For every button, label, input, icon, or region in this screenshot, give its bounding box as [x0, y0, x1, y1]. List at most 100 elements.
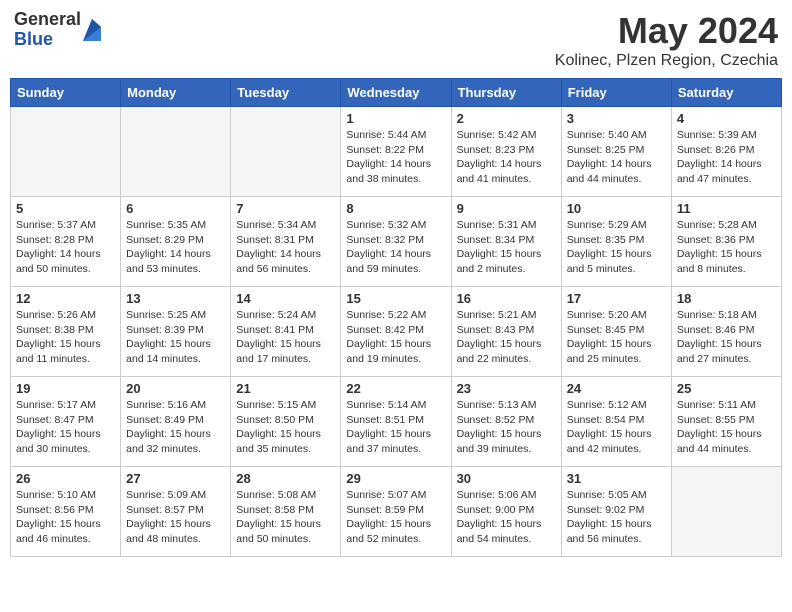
cell-info: Sunrise: 5:24 AMSunset: 8:41 PMDaylight:… [236, 308, 335, 367]
calendar-cell: 27Sunrise: 5:09 AMSunset: 8:57 PMDayligh… [121, 467, 231, 557]
day-header-saturday: Saturday [671, 79, 781, 107]
cell-day-number: 2 [457, 111, 556, 126]
cell-day-number: 23 [457, 381, 556, 396]
cell-info: Sunrise: 5:17 AMSunset: 8:47 PMDaylight:… [16, 398, 115, 457]
calendar-cell: 21 Sunrise: 5:15 AMSunset: 8:50 PMDayligh… [231, 377, 341, 467]
calendar-cell: 15 Sunrise: 5:22 AMSunset: 8:42 PMDayligh… [341, 287, 451, 377]
calendar-cell: 19 Sunrise: 5:17 AMSunset: 8:47 PMDayligh… [11, 377, 121, 467]
cell-day-number: 21 [236, 381, 335, 396]
calendar-header: SundayMondayTuesdayWednesdayThursdayFrid… [11, 79, 782, 107]
cell-day-number: 17 [567, 291, 666, 306]
calendar-cell: 7 Sunrise: 5:34 AMSunset: 8:31 PMDaylight… [231, 197, 341, 287]
cell-day-number: 18 [677, 291, 776, 306]
calendar-cell: 29 Sunrise: 5:07 AMSunset: 8:59 PMDayligh… [341, 467, 451, 557]
cell-day-number: 1 [346, 111, 445, 126]
cell-info: Sunrise: 5:14 AMSunset: 8:51 PMDaylight:… [346, 398, 445, 457]
calendar-cell: 12 Sunrise: 5:26 AMSunset: 8:38 PMDayligh… [11, 287, 121, 377]
cell-info: Sunrise: 5:28 AMSunset: 8:36 PMDaylight:… [677, 218, 776, 277]
day-header-thursday: Thursday [451, 79, 561, 107]
cell-info: Sunrise: 5:16 AMSunset: 8:49 PMDaylight:… [126, 398, 225, 457]
logo-text: General Blue [14, 10, 81, 50]
calendar-cell [671, 467, 781, 557]
logo: General Blue [14, 10, 101, 50]
cell-day-number: 6 [126, 201, 225, 216]
cell-day-number: 7 [236, 201, 335, 216]
calendar-cell: 8 Sunrise: 5:32 AMSunset: 8:32 PMDaylight… [341, 197, 451, 287]
title-block: May 2024 Kolinec, Plzen Region, Czechia [555, 10, 778, 70]
cell-day-number: 4 [677, 111, 776, 126]
logo-icon [83, 19, 101, 41]
cell-info: Sunrise: 5:34 AMSunset: 8:31 PMDaylight:… [236, 218, 335, 277]
cell-info: Sunrise: 5:11 AMSunset: 8:55 PMDaylight:… [677, 398, 776, 457]
cell-info: Sunrise: 5:35 AMSunset: 8:29 PMDaylight:… [126, 218, 225, 277]
calendar-cell: 2 Sunrise: 5:42 AMSunset: 8:23 PMDaylight… [451, 107, 561, 197]
week-row-4: 26 Sunrise: 5:10 AMSunset: 8:56 PMDayligh… [11, 467, 782, 557]
cell-info: Sunrise: 5:25 AMSunset: 8:39 PMDaylight:… [126, 308, 225, 367]
day-header-tuesday: Tuesday [231, 79, 341, 107]
cell-day-number: 19 [16, 381, 115, 396]
calendar-body: 1Sunrise: 5:44 AMSunset: 8:22 PMDaylight… [11, 107, 782, 557]
week-row-1: 5 Sunrise: 5:37 AMSunset: 8:28 PMDaylight… [11, 197, 782, 287]
week-row-2: 12 Sunrise: 5:26 AMSunset: 8:38 PMDayligh… [11, 287, 782, 377]
day-header-monday: Monday [121, 79, 231, 107]
calendar-cell: 18Sunrise: 5:18 AMSunset: 8:46 PMDayligh… [671, 287, 781, 377]
cell-info: Sunrise: 5:10 AMSunset: 8:56 PMDaylight:… [16, 488, 115, 547]
cell-info: Sunrise: 5:20 AMSunset: 8:45 PMDaylight:… [567, 308, 666, 367]
logo-blue: Blue [14, 30, 81, 50]
cell-info: Sunrise: 5:15 AMSunset: 8:50 PMDaylight:… [236, 398, 335, 457]
calendar-cell: 24 Sunrise: 5:12 AMSunset: 8:54 PMDayligh… [561, 377, 671, 467]
calendar-cell: 31Sunrise: 5:05 AMSunset: 9:02 PMDayligh… [561, 467, 671, 557]
cell-day-number: 16 [457, 291, 556, 306]
cell-info: Sunrise: 5:12 AMSunset: 8:54 PMDaylight:… [567, 398, 666, 457]
calendar-cell: 20 Sunrise: 5:16 AMSunset: 8:49 PMDayligh… [121, 377, 231, 467]
calendar-cell: 1Sunrise: 5:44 AMSunset: 8:22 PMDaylight… [341, 107, 451, 197]
cell-info: Sunrise: 5:22 AMSunset: 8:42 PMDaylight:… [346, 308, 445, 367]
cell-info: Sunrise: 5:32 AMSunset: 8:32 PMDaylight:… [346, 218, 445, 277]
cell-info: Sunrise: 5:06 AMSunset: 9:00 PMDaylight:… [457, 488, 556, 547]
cell-day-number: 3 [567, 111, 666, 126]
header-row: SundayMondayTuesdayWednesdayThursdayFrid… [11, 79, 782, 107]
calendar-cell: 13Sunrise: 5:25 AMSunset: 8:39 PMDayligh… [121, 287, 231, 377]
day-header-wednesday: Wednesday [341, 79, 451, 107]
calendar-cell: 11 Sunrise: 5:28 AMSunset: 8:36 PMDayligh… [671, 197, 781, 287]
cell-day-number: 5 [16, 201, 115, 216]
cell-day-number: 28 [236, 471, 335, 486]
cell-day-number: 31 [567, 471, 666, 486]
cell-day-number: 11 [677, 201, 776, 216]
cell-info: Sunrise: 5:21 AMSunset: 8:43 PMDaylight:… [457, 308, 556, 367]
page-header: General Blue May 2024 Kolinec, Plzen Reg… [10, 10, 782, 70]
calendar-cell [121, 107, 231, 197]
week-row-0: 1Sunrise: 5:44 AMSunset: 8:22 PMDaylight… [11, 107, 782, 197]
cell-day-number: 29 [346, 471, 445, 486]
cell-day-number: 25 [677, 381, 776, 396]
day-header-sunday: Sunday [11, 79, 121, 107]
cell-info: Sunrise: 5:26 AMSunset: 8:38 PMDaylight:… [16, 308, 115, 367]
calendar-cell: 4Sunrise: 5:39 AMSunset: 8:26 PMDaylight… [671, 107, 781, 197]
cell-day-number: 22 [346, 381, 445, 396]
month-title: May 2024 [555, 10, 778, 52]
location: Kolinec, Plzen Region, Czechia [555, 52, 778, 70]
cell-info: Sunrise: 5:07 AMSunset: 8:59 PMDaylight:… [346, 488, 445, 547]
calendar-cell: 3Sunrise: 5:40 AMSunset: 8:25 PMDaylight… [561, 107, 671, 197]
calendar-cell: 22 Sunrise: 5:14 AMSunset: 8:51 PMDayligh… [341, 377, 451, 467]
cell-day-number: 20 [126, 381, 225, 396]
calendar-cell: 10 Sunrise: 5:29 AMSunset: 8:35 PMDayligh… [561, 197, 671, 287]
week-row-3: 19 Sunrise: 5:17 AMSunset: 8:47 PMDayligh… [11, 377, 782, 467]
cell-info: Sunrise: 5:42 AMSunset: 8:23 PMDaylight:… [457, 128, 556, 187]
calendar-cell: 5 Sunrise: 5:37 AMSunset: 8:28 PMDaylight… [11, 197, 121, 287]
cell-info: Sunrise: 5:08 AMSunset: 8:58 PMDaylight:… [236, 488, 335, 547]
calendar-cell: 23 Sunrise: 5:13 AMSunset: 8:52 PMDayligh… [451, 377, 561, 467]
cell-day-number: 12 [16, 291, 115, 306]
cell-info: Sunrise: 5:13 AMSunset: 8:52 PMDaylight:… [457, 398, 556, 457]
cell-day-number: 24 [567, 381, 666, 396]
cell-day-number: 10 [567, 201, 666, 216]
cell-day-number: 15 [346, 291, 445, 306]
logo-general: General [14, 10, 81, 30]
cell-day-number: 8 [346, 201, 445, 216]
calendar-cell: 26 Sunrise: 5:10 AMSunset: 8:56 PMDayligh… [11, 467, 121, 557]
cell-info: Sunrise: 5:37 AMSunset: 8:28 PMDaylight:… [16, 218, 115, 277]
cell-info: Sunrise: 5:29 AMSunset: 8:35 PMDaylight:… [567, 218, 666, 277]
cell-day-number: 26 [16, 471, 115, 486]
calendar-cell: 17 Sunrise: 5:20 AMSunset: 8:45 PMDayligh… [561, 287, 671, 377]
calendar-cell [11, 107, 121, 197]
